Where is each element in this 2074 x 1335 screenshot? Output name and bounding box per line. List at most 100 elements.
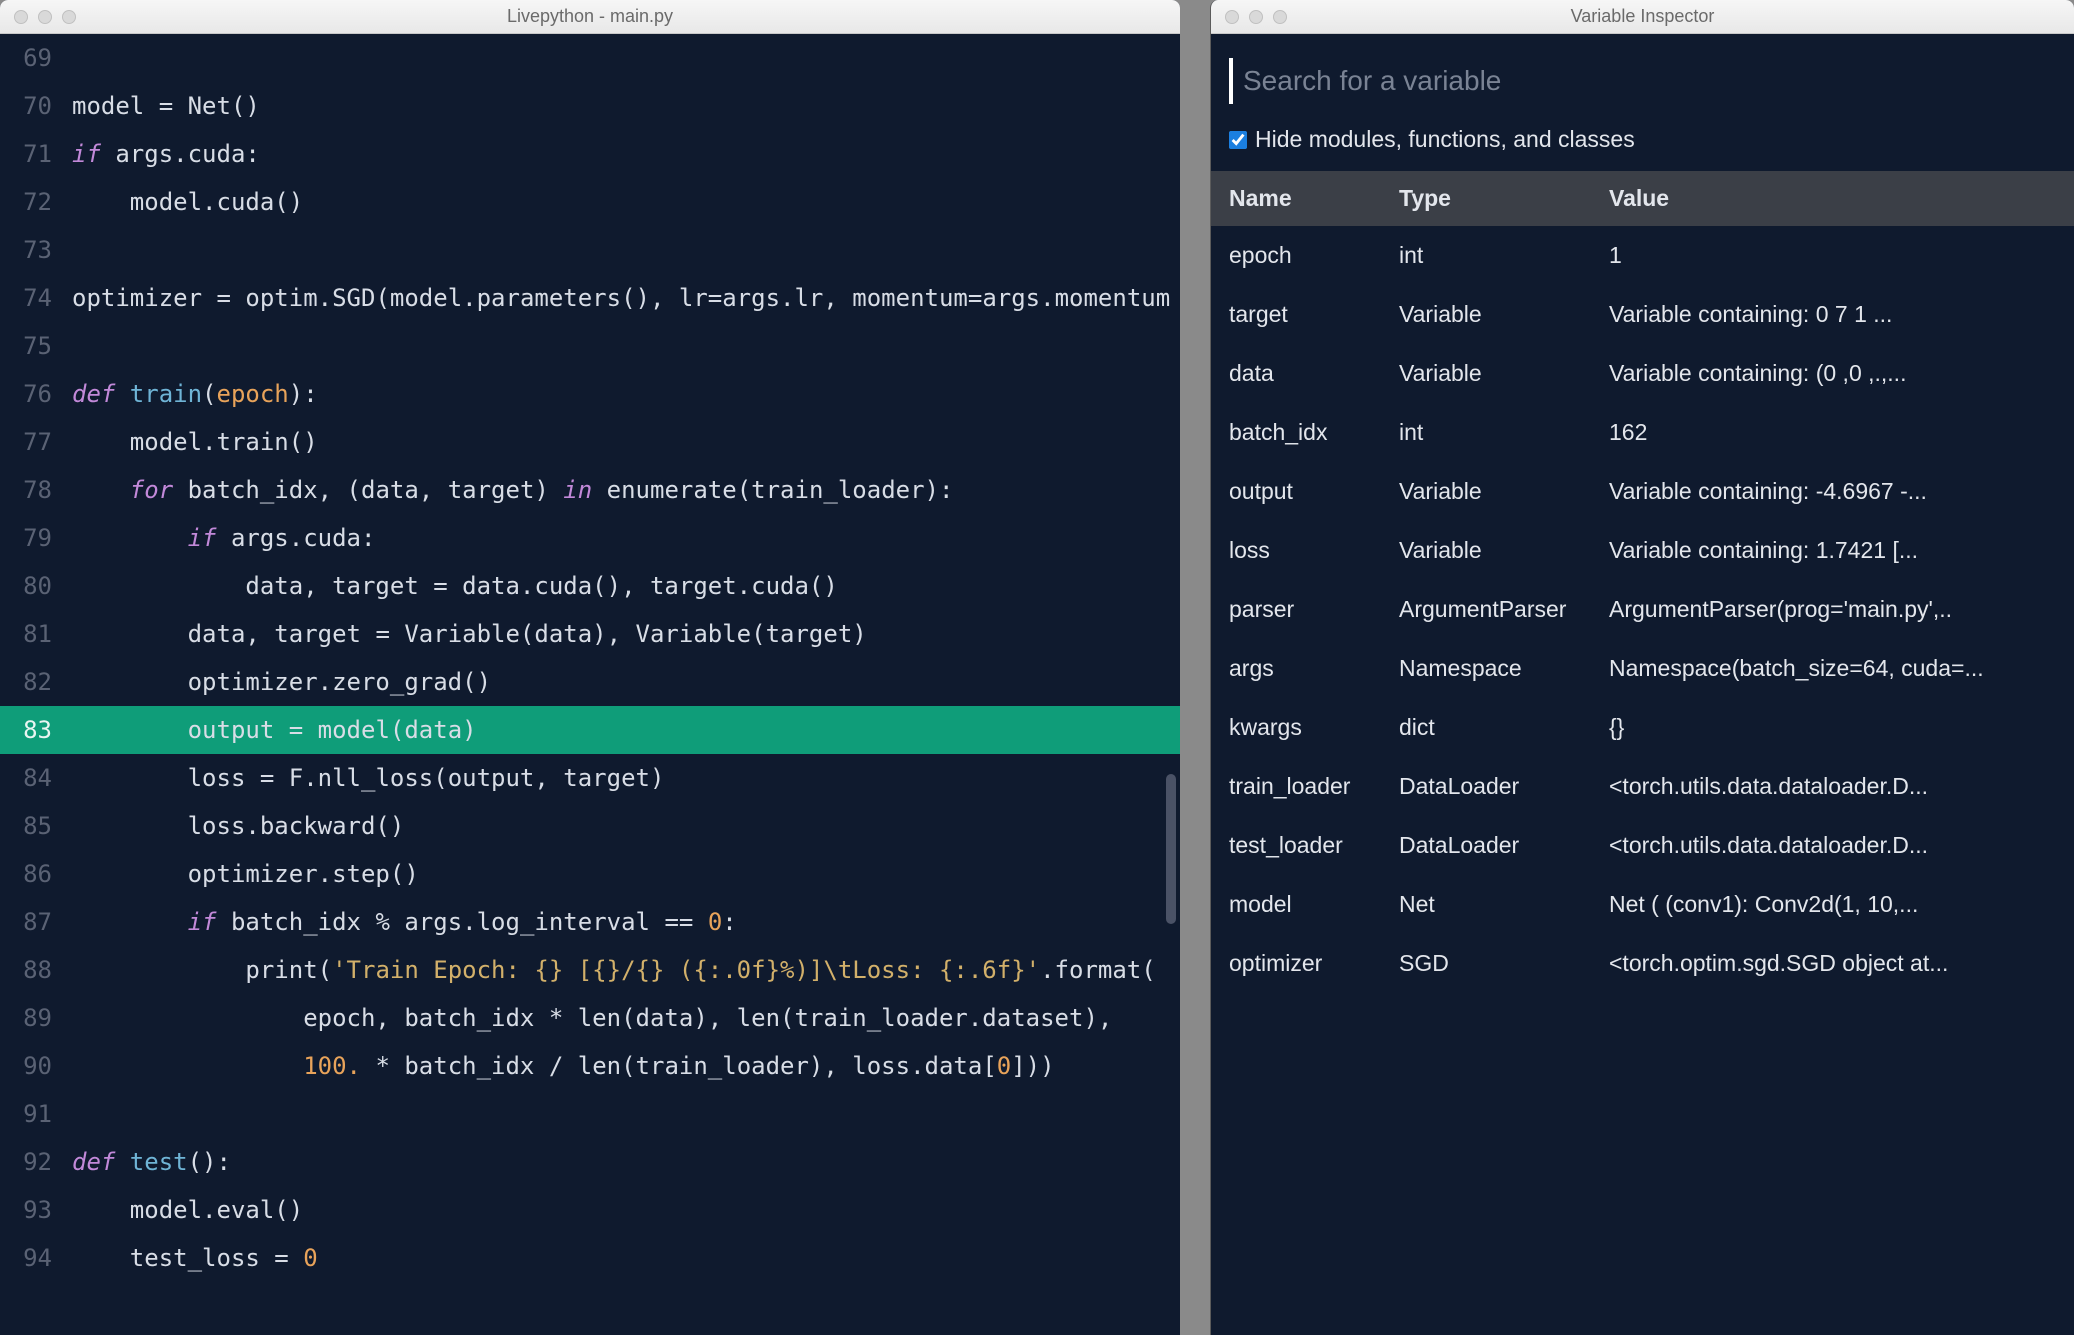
code-content[interactable]: print('Train Epoch: {} [{}/{} ({:.0f}%)]… [66, 946, 1180, 994]
line-number: 86 [0, 850, 66, 898]
code-content[interactable]: def train(epoch): [66, 370, 1180, 418]
code-content[interactable]: optimizer.step() [66, 850, 1180, 898]
code-line[interactable]: 79 if args.cuda: [0, 514, 1180, 562]
line-number: 91 [0, 1090, 66, 1138]
line-number: 75 [0, 322, 66, 370]
table-row[interactable]: dataVariableVariable containing: (0 ,0 ,… [1211, 344, 2074, 403]
cell-name: optimizer [1211, 934, 1381, 993]
line-number: 76 [0, 370, 66, 418]
code-line[interactable]: 93 model.eval() [0, 1186, 1180, 1234]
cell-type: int [1381, 226, 1591, 285]
code-line[interactable]: 70model = Net() [0, 82, 1180, 130]
code-content[interactable]: model = Net() [66, 82, 1180, 130]
line-number: 69 [0, 34, 66, 82]
code-content[interactable]: model.train() [66, 418, 1180, 466]
minimize-icon[interactable] [1249, 10, 1263, 24]
table-row[interactable]: targetVariableVariable containing: 0 7 1… [1211, 285, 2074, 344]
col-header-value[interactable]: Value [1591, 171, 2074, 226]
code-content[interactable]: def test(): [66, 1138, 1180, 1186]
code-line[interactable]: 76def train(epoch): [0, 370, 1180, 418]
cell-type: dict [1381, 698, 1591, 757]
minimize-icon[interactable] [38, 10, 52, 24]
code-content[interactable]: optimizer.zero_grad() [66, 658, 1180, 706]
cell-type: ArgumentParser [1381, 580, 1591, 639]
zoom-icon[interactable] [62, 10, 76, 24]
table-row[interactable]: argsNamespaceNamespace(batch_size=64, cu… [1211, 639, 2074, 698]
window-controls [1225, 10, 1287, 24]
table-row[interactable]: test_loaderDataLoader<torch.utils.data.d… [1211, 816, 2074, 875]
table-row[interactable]: modelNetNet ( (conv1): Conv2d(1, 10,... [1211, 875, 2074, 934]
cell-value: Variable containing: 0 7 1 ... [1591, 285, 2074, 344]
hide-modules-checkbox[interactable] [1229, 131, 1247, 149]
table-row[interactable]: optimizerSGD<torch.optim.sgd.SGD object … [1211, 934, 2074, 993]
inspector-titlebar[interactable]: Variable Inspector [1211, 0, 2074, 34]
line-number: 73 [0, 226, 66, 274]
code-content[interactable]: optimizer = optim.SGD(model.parameters()… [66, 274, 1180, 322]
table-row[interactable]: parserArgumentParserArgumentParser(prog=… [1211, 580, 2074, 639]
cell-type: DataLoader [1381, 816, 1591, 875]
col-header-name[interactable]: Name [1211, 171, 1381, 226]
code-content[interactable]: if args.cuda: [66, 514, 1180, 562]
code-content[interactable]: test_loss = 0 [66, 1234, 1180, 1282]
close-icon[interactable] [14, 10, 28, 24]
code-line[interactable]: 80 data, target = data.cuda(), target.cu… [0, 562, 1180, 610]
table-row[interactable]: lossVariableVariable containing: 1.7421 … [1211, 521, 2074, 580]
editor-titlebar[interactable]: Livepython - main.py [0, 0, 1180, 34]
search-wrap [1211, 34, 2074, 122]
code-content[interactable]: 100. * batch_idx / len(train_loader), lo… [66, 1042, 1180, 1090]
code-line[interactable]: 74optimizer = optim.SGD(model.parameters… [0, 274, 1180, 322]
table-row[interactable]: train_loaderDataLoader<torch.utils.data.… [1211, 757, 2074, 816]
code-content[interactable]: data, target = Variable(data), Variable(… [66, 610, 1180, 658]
code-line[interactable]: 85 loss.backward() [0, 802, 1180, 850]
code-line[interactable]: 89 epoch, batch_idx * len(data), len(tra… [0, 994, 1180, 1042]
code-line[interactable]: 92def test(): [0, 1138, 1180, 1186]
search-input[interactable] [1243, 65, 2056, 97]
code-content[interactable]: if args.cuda: [66, 130, 1180, 178]
table-row[interactable]: kwargsdict{} [1211, 698, 2074, 757]
line-number: 72 [0, 178, 66, 226]
code-line[interactable]: 72 model.cuda() [0, 178, 1180, 226]
code-content[interactable]: model.cuda() [66, 178, 1180, 226]
code-line[interactable]: 77 model.train() [0, 418, 1180, 466]
code-content[interactable]: model.eval() [66, 1186, 1180, 1234]
col-header-type[interactable]: Type [1381, 171, 1591, 226]
editor-scrollbar[interactable] [1166, 774, 1176, 924]
code-content[interactable] [66, 226, 1180, 274]
code-line[interactable]: 81 data, target = Variable(data), Variab… [0, 610, 1180, 658]
code-line[interactable]: 88 print('Train Epoch: {} [{}/{} ({:.0f}… [0, 946, 1180, 994]
cell-value: {} [1591, 698, 2074, 757]
code-area[interactable]: 6970model = Net()71if args.cuda:72 model… [0, 34, 1180, 1335]
table-row[interactable]: batch_idxint162 [1211, 403, 2074, 462]
zoom-icon[interactable] [1273, 10, 1287, 24]
table-row[interactable]: epochint1 [1211, 226, 2074, 285]
cell-value: Namespace(batch_size=64, cuda=... [1591, 639, 2074, 698]
code-line[interactable]: 75 [0, 322, 1180, 370]
code-content[interactable]: epoch, batch_idx * len(data), len(train_… [66, 994, 1180, 1042]
cell-value: <torch.utils.data.dataloader.D... [1591, 757, 2074, 816]
code-line[interactable]: 83 output = model(data) [0, 706, 1180, 754]
code-line[interactable]: 78 for batch_idx, (data, target) in enum… [0, 466, 1180, 514]
code-content[interactable] [66, 34, 1180, 82]
code-content[interactable]: for batch_idx, (data, target) in enumera… [66, 466, 1180, 514]
code-line[interactable]: 94 test_loss = 0 [0, 1234, 1180, 1282]
table-row[interactable]: outputVariableVariable containing: -4.69… [1211, 462, 2074, 521]
code-line[interactable]: 91 [0, 1090, 1180, 1138]
code-line[interactable]: 71if args.cuda: [0, 130, 1180, 178]
code-line[interactable]: 90 100. * batch_idx / len(train_loader),… [0, 1042, 1180, 1090]
code-line[interactable]: 82 optimizer.zero_grad() [0, 658, 1180, 706]
code-content[interactable]: loss = F.nll_loss(output, target) [66, 754, 1180, 802]
code-content[interactable] [66, 1090, 1180, 1138]
code-line[interactable]: 87 if batch_idx % args.log_interval == 0… [0, 898, 1180, 946]
line-number: 77 [0, 418, 66, 466]
code-line[interactable]: 73 [0, 226, 1180, 274]
code-line[interactable]: 84 loss = F.nll_loss(output, target) [0, 754, 1180, 802]
code-content[interactable] [66, 322, 1180, 370]
code-content[interactable]: if batch_idx % args.log_interval == 0: [66, 898, 1180, 946]
close-icon[interactable] [1225, 10, 1239, 24]
code-line[interactable]: 86 optimizer.step() [0, 850, 1180, 898]
cell-name: epoch [1211, 226, 1381, 285]
code-content[interactable]: loss.backward() [66, 802, 1180, 850]
code-content[interactable]: output = model(data) [66, 706, 1180, 754]
code-line[interactable]: 69 [0, 34, 1180, 82]
code-content[interactable]: data, target = data.cuda(), target.cuda(… [66, 562, 1180, 610]
